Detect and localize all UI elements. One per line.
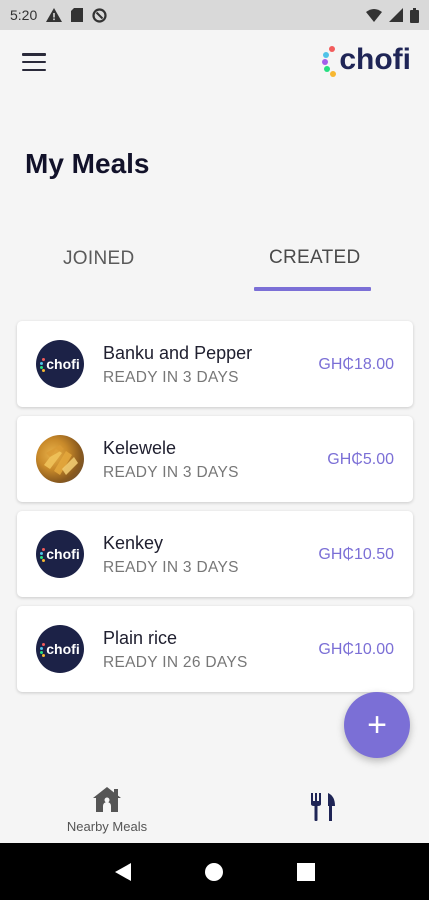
meal-card[interactable]: Kelewele READY IN 3 DAYS GH₵5.00 xyxy=(17,416,413,502)
page-title: My Meals xyxy=(25,148,150,179)
app-bar: chofi xyxy=(0,30,429,94)
back-icon[interactable] xyxy=(114,862,132,882)
meal-price: GH₵5.00 xyxy=(327,451,394,468)
add-icon: + xyxy=(367,705,387,744)
meal-price: GH₵10.00 xyxy=(318,641,394,658)
meal-status: READY IN 3 DAYS xyxy=(103,559,239,576)
battery-icon xyxy=(410,7,419,23)
nav-nearby-meals[interactable]: Nearby Meals xyxy=(54,776,160,843)
data-saver-icon xyxy=(92,7,107,23)
status-bar: 5:20 xyxy=(0,0,429,30)
meal-name: Banku and Pepper xyxy=(103,343,253,363)
meal-list: chofi Banku and Pepper READY IN 3 DAYS G… xyxy=(17,321,413,701)
meal-name: Plain rice xyxy=(103,628,178,648)
meal-price: GH₵18.00 xyxy=(318,356,394,373)
nav-nearby-label: Nearby Meals xyxy=(66,819,148,834)
recents-icon[interactable] xyxy=(296,862,315,881)
add-meal-button[interactable]: + xyxy=(344,692,410,758)
sd-card-icon xyxy=(71,8,84,22)
wifi-icon xyxy=(366,8,382,22)
meal-tabs: JOINED CREATED xyxy=(0,240,429,295)
meal-image-chofi-logo: chofi xyxy=(36,625,84,673)
meal-image-chofi-logo: chofi xyxy=(36,530,84,578)
bottom-nav: Nearby Meals xyxy=(0,776,429,843)
meal-card[interactable]: chofi Kenkey READY IN 3 DAYS GH₵10.50 xyxy=(17,511,413,597)
fork-knife-icon xyxy=(309,792,337,827)
warning-icon xyxy=(46,8,63,22)
nav-my-meals[interactable] xyxy=(295,776,350,843)
system-nav-bar xyxy=(0,843,429,900)
meal-image-food-photo xyxy=(36,435,84,483)
meal-status: READY IN 3 DAYS xyxy=(103,369,239,386)
brand-dots xyxy=(322,42,337,78)
meal-name: Kenkey xyxy=(103,533,164,553)
tab-created[interactable]: CREATED xyxy=(269,247,360,269)
tab-indicator xyxy=(254,287,371,291)
meal-status: READY IN 3 DAYS xyxy=(103,464,239,481)
meal-status: READY IN 26 DAYS xyxy=(103,654,248,671)
meal-price: GH₵10.50 xyxy=(318,546,394,563)
tab-joined[interactable]: JOINED xyxy=(63,248,134,270)
status-time: 5:20 xyxy=(10,7,38,23)
meal-card[interactable]: chofi Banku and Pepper READY IN 3 DAYS G… xyxy=(17,321,413,407)
meal-image-chofi-logo: chofi xyxy=(36,340,84,388)
meal-name: Kelewele xyxy=(103,438,177,458)
hamburger-menu-icon[interactable] xyxy=(20,50,48,74)
brand-logo: chofi xyxy=(322,42,411,78)
home-icon[interactable] xyxy=(204,862,224,882)
meal-card[interactable]: chofi Plain rice READY IN 26 DAYS GH₵10.… xyxy=(17,606,413,692)
house-icon xyxy=(90,785,124,818)
brand-name: chofi xyxy=(339,43,411,76)
signal-icon xyxy=(389,8,403,22)
